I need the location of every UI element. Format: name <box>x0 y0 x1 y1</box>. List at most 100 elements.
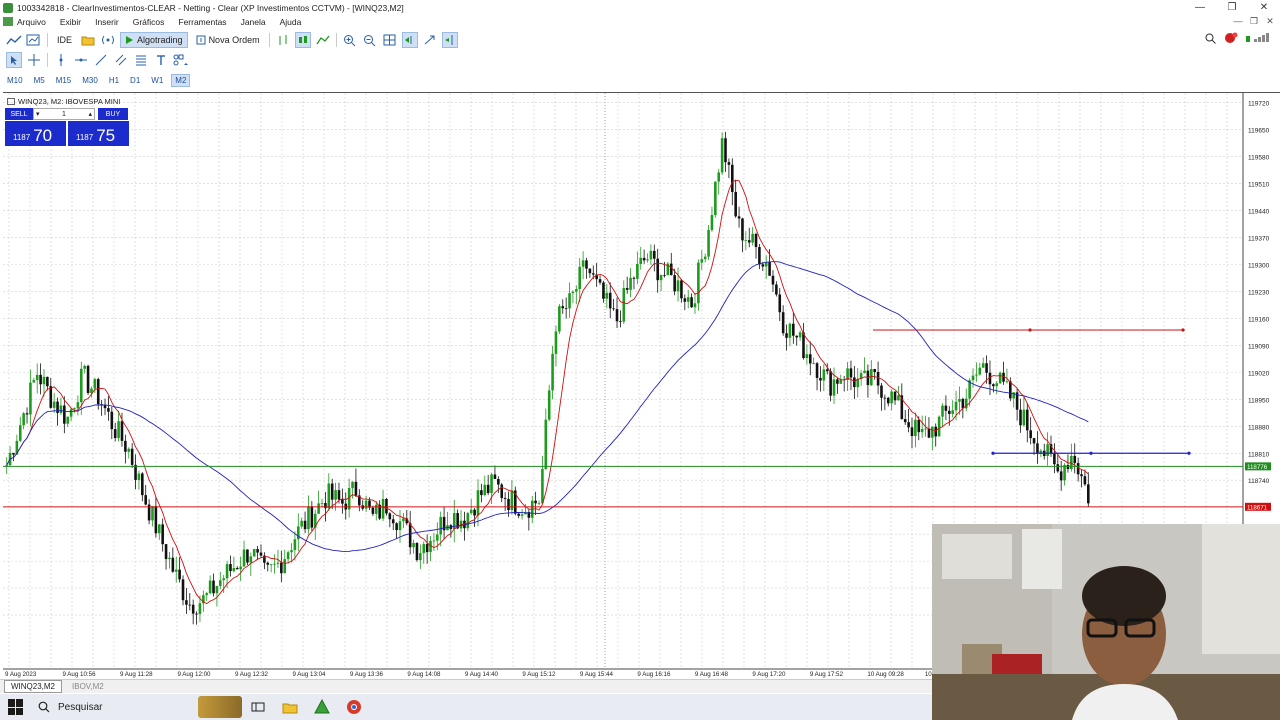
menu-inserir[interactable]: Inserir <box>95 17 119 27</box>
lot-decrease-icon[interactable]: ▾ <box>36 110 40 118</box>
lot-increase-icon[interactable]: ▴ <box>88 110 92 118</box>
horizontal-line-icon[interactable] <box>73 52 89 68</box>
candle-body <box>730 164 734 192</box>
candle-body <box>910 427 914 436</box>
candle-body <box>903 419 907 423</box>
candle-body <box>1046 444 1049 457</box>
fibonacci-icon[interactable] <box>133 52 149 68</box>
zoom-out-icon[interactable] <box>362 32 378 48</box>
candle-body <box>961 398 965 409</box>
timeframe-m2[interactable]: M2 <box>171 74 191 87</box>
candlestick-icon[interactable] <box>294 32 311 48</box>
candle-body <box>76 402 80 409</box>
sell-price-box[interactable]: 1187 70 <box>5 121 66 146</box>
candle-body <box>5 465 8 466</box>
mdi-restore-button[interactable]: ❐ <box>1246 15 1262 28</box>
buy-price-box[interactable]: 1187 75 <box>68 121 129 146</box>
chart-shift-icon[interactable] <box>441 32 458 48</box>
tab-winq23-m2[interactable]: WINQ23,M2 <box>4 680 63 693</box>
close-button[interactable]: ✕ <box>1248 0 1280 15</box>
task-view-icon[interactable] <box>247 696 269 718</box>
cursor-icon[interactable] <box>6 52 22 68</box>
new-chart-icon[interactable] <box>26 32 42 48</box>
time-tick-label: 10 Aug 09:28 <box>867 671 904 678</box>
candle-body <box>897 395 900 401</box>
buy-button[interactable]: BUY <box>98 108 128 120</box>
lion-widget-icon[interactable] <box>198 696 242 718</box>
timeframe-m30[interactable]: M30 <box>79 75 101 86</box>
candle-body <box>307 506 310 530</box>
chrome-icon[interactable] <box>343 696 365 718</box>
candle-body <box>893 391 897 401</box>
bar-chart-icon[interactable] <box>275 32 291 48</box>
time-tick-label: 9 Aug 2023 <box>5 671 37 678</box>
menu-arquivo[interactable]: Arquivo <box>17 17 46 27</box>
folder-icon[interactable] <box>80 32 96 48</box>
trendline-icon[interactable] <box>93 52 109 68</box>
candle-body <box>588 268 592 274</box>
candle-body <box>507 498 510 510</box>
candle-body <box>341 499 344 504</box>
restore-button[interactable]: ❐ <box>1216 0 1248 15</box>
algotrading-button[interactable]: Algotrading <box>120 32 188 48</box>
candle-body <box>937 416 941 437</box>
order-icon <box>196 35 206 45</box>
timeframe-m10[interactable]: M10 <box>4 75 26 86</box>
tab-ibov-m2[interactable]: IBOV,M2 <box>66 681 110 692</box>
candle-body <box>639 257 643 264</box>
candle-body <box>168 557 171 560</box>
ide-button[interactable]: IDE <box>53 32 76 48</box>
timeframe-m5[interactable]: M5 <box>31 75 48 86</box>
candle-body <box>819 377 822 381</box>
candle-body <box>697 262 700 304</box>
signal-icon[interactable] <box>100 32 116 48</box>
time-tick-label: 9 Aug 15:44 <box>580 671 614 678</box>
one-click-trading-panel: SELL ▾ 1 ▴ BUY 1187 70 1187 75 <box>5 108 131 147</box>
nova-ordem-button[interactable]: Nova Ordem <box>192 32 264 48</box>
signal-strength-icon[interactable] <box>1246 32 1272 46</box>
timeframe-h1[interactable]: H1 <box>106 75 122 86</box>
candle-body <box>466 513 470 529</box>
time-tick-label: 9 Aug 15:12 <box>522 671 556 678</box>
menu-ajuda[interactable]: Ajuda <box>280 17 302 27</box>
timeframe-d1[interactable]: D1 <box>127 75 143 86</box>
mdi-minimize-button[interactable]: — <box>1230 15 1246 28</box>
shapes-icon[interactable] <box>173 52 189 68</box>
timeframe-w1[interactable]: W1 <box>148 75 166 86</box>
metatrader-icon[interactable] <box>311 696 333 718</box>
candle-body <box>59 405 63 414</box>
lot-size-input[interactable]: ▾ 1 ▴ <box>33 108 95 120</box>
candle-body <box>337 490 341 500</box>
timeframe-m15[interactable]: M15 <box>53 75 75 86</box>
candle-body <box>771 275 775 285</box>
chart-type-icon[interactable] <box>6 32 22 48</box>
candle-body <box>734 191 737 217</box>
vertical-line-icon[interactable] <box>53 52 69 68</box>
search-icon[interactable] <box>1205 33 1216 46</box>
expand-icon[interactable] <box>422 32 438 48</box>
line-chart-icon[interactable] <box>315 32 331 48</box>
window-title: 1003342818 - ClearInvestimentos-CLEAR - … <box>17 2 404 13</box>
toolbar-divider <box>47 53 48 67</box>
mdi-close-button[interactable]: ✕ <box>1262 15 1278 28</box>
text-tool-icon[interactable] <box>153 52 169 68</box>
candle-body <box>517 513 520 516</box>
windows-start-icon[interactable] <box>8 699 24 715</box>
file-explorer-icon[interactable] <box>279 696 301 718</box>
crosshair-icon[interactable] <box>26 52 42 68</box>
menu-graficos[interactable]: Gráficos <box>133 17 165 27</box>
notifications-icon[interactable] <box>1224 32 1238 46</box>
grid-icon[interactable] <box>382 32 398 48</box>
zoom-in-icon[interactable] <box>342 32 358 48</box>
channel-icon[interactable] <box>113 52 129 68</box>
candle-body <box>663 275 666 276</box>
minimize-button[interactable]: — <box>1184 0 1216 15</box>
taskbar-search[interactable]: Pesquisar <box>34 696 184 718</box>
candle-body <box>439 516 442 535</box>
candle-body <box>920 428 924 433</box>
sell-button[interactable]: SELL <box>5 108 33 120</box>
menu-exibir[interactable]: Exibir <box>60 17 81 27</box>
menu-janela[interactable]: Janela <box>241 17 266 27</box>
menu-ferramentas[interactable]: Ferramentas <box>178 17 226 27</box>
autoscroll-icon[interactable] <box>401 32 418 48</box>
